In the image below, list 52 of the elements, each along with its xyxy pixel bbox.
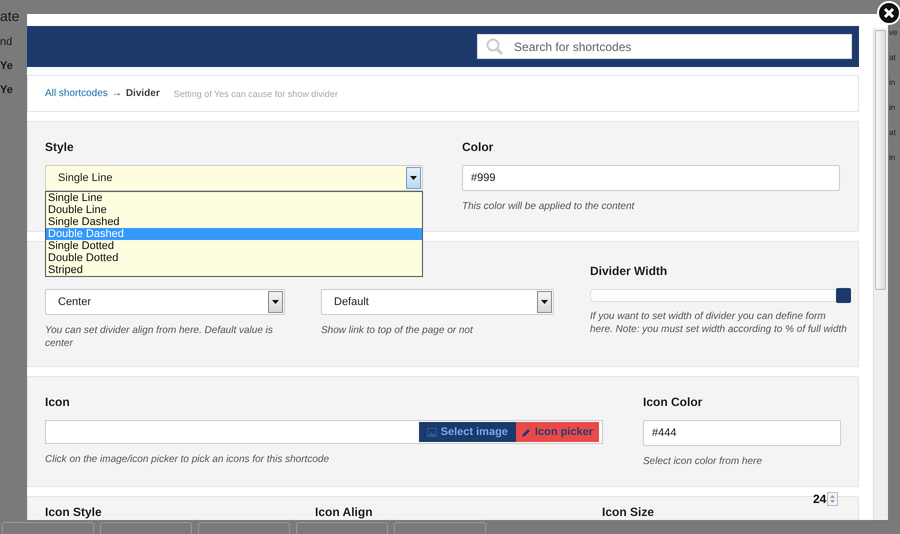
background-text: ate (0, 8, 20, 24)
background-text: at (889, 53, 897, 62)
background-text: ve (889, 28, 898, 37)
field-label: Style (45, 140, 75, 153)
select-field[interactable]: Default (321, 289, 554, 315)
dropdown-option[interactable]: Striped (46, 264, 422, 276)
breadcrumb-link[interactable]: All shortcodes (45, 88, 108, 99)
field-label: Icon Color (643, 395, 704, 408)
caret-icon (541, 300, 548, 304)
select-field[interactable]: Center (45, 289, 285, 315)
field-hint: You can set divider align from here. Default value is center (45, 324, 274, 350)
slider-thumb[interactable] (836, 288, 851, 303)
field-label: Icon Style (45, 505, 103, 518)
background-text: in (889, 153, 896, 162)
field-label: Icon Align (315, 505, 374, 518)
field-hint: Select icon color from here (643, 455, 763, 468)
scrollbar[interactable] (873, 28, 888, 520)
spinner-arrows-icon[interactable] (827, 492, 838, 506)
dropdown-option[interactable]: Double Dotted (46, 252, 422, 264)
field-hint: This color will be applied to the content (462, 200, 636, 213)
background-text: at (889, 128, 897, 137)
pencil-icon (522, 428, 531, 436)
background-text: Ye (0, 84, 14, 96)
select-field[interactable]: Single Line (45, 165, 423, 191)
number-value: 24 (813, 492, 826, 506)
dropdown-option[interactable]: Double Line (46, 204, 422, 216)
color-input[interactable]: #999 (462, 165, 840, 191)
background-text: in (889, 78, 896, 87)
caret-icon (410, 176, 417, 180)
dropdown-option[interactable]: Single Line (46, 192, 422, 204)
field-hint: If you want to set width of divider you can define form here. Note: you must set width according to % of full width (590, 310, 848, 336)
background-text: Ye (0, 60, 14, 72)
field-label: Divider Width (590, 264, 668, 277)
field-label: Icon Size (602, 505, 656, 518)
dropdown-option[interactable]: Single Dashed (46, 216, 422, 228)
image-icon (426, 428, 437, 436)
color-input[interactable]: #444 (643, 420, 841, 446)
background-text: in (889, 103, 896, 112)
select-image-button[interactable]: Select image (418, 422, 516, 442)
search-field[interactable]: Search for shortcodes (477, 34, 852, 59)
dropdown-option[interactable]: Single Dotted (46, 240, 422, 252)
field-label: Color (462, 140, 494, 153)
background-text: nd (0, 36, 14, 48)
caret-icon (272, 300, 279, 304)
field-hint: Show link to top of the page or not (321, 324, 474, 337)
close-icon[interactable] (877, 1, 900, 25)
breadcrumb-current: Divider (126, 88, 160, 99)
field-label: Icon (45, 395, 71, 408)
search-icon (486, 38, 504, 56)
breadcrumb-description: Setting of Yes can cause for show divider (174, 88, 338, 98)
field-hint: Click on the image/icon picker to pick an icons for this shortcode (45, 453, 330, 466)
breadcrumb-separator: → (112, 88, 122, 99)
